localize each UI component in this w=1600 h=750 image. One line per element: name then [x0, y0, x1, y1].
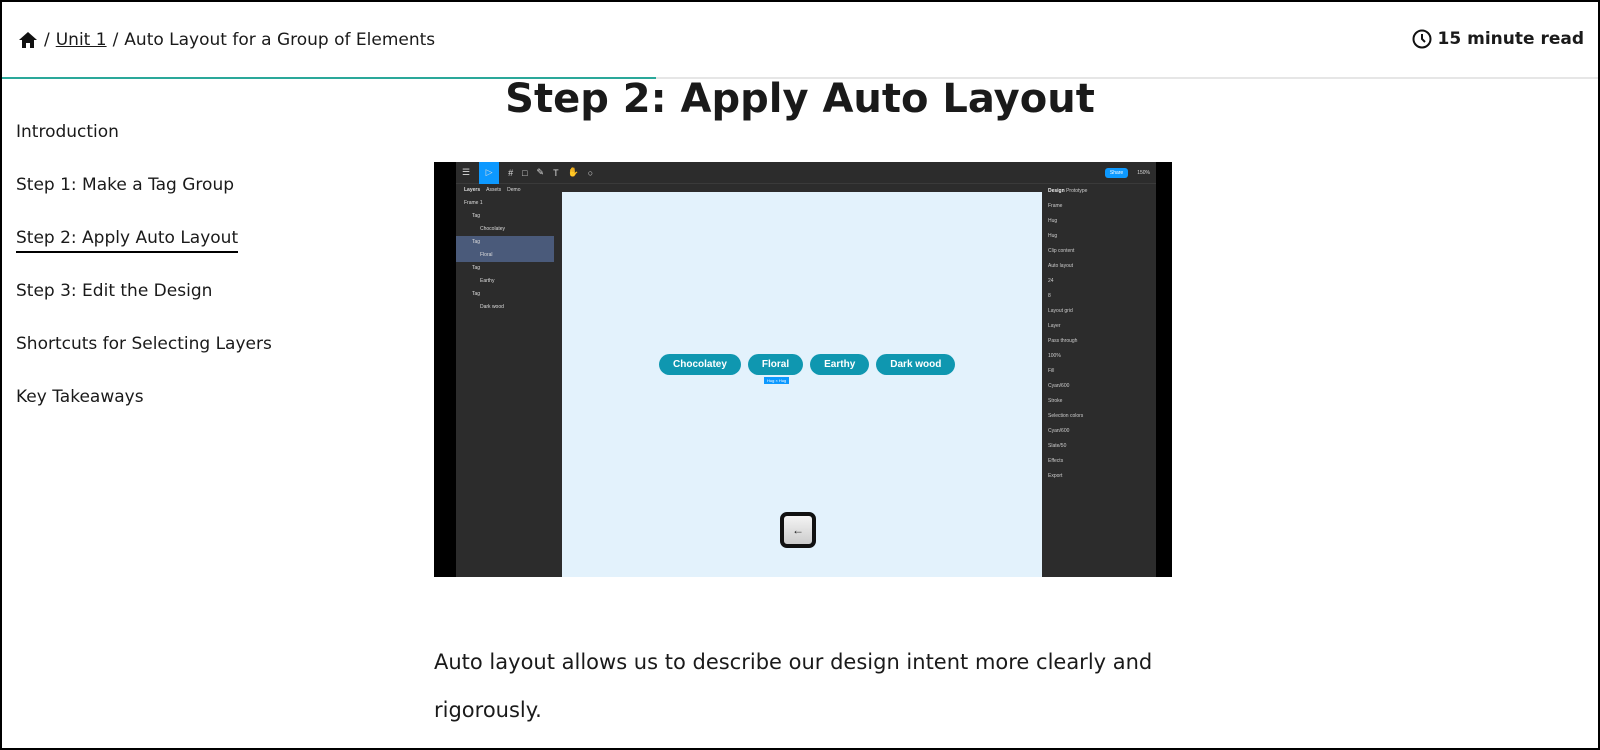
toc-item-key-takeaways[interactable]: Key Takeaways — [16, 385, 272, 438]
body-paragraph: Auto layout allows us to describe our de… — [434, 650, 1153, 722]
clock-icon — [1412, 29, 1432, 49]
property-row: 24 — [1048, 278, 1054, 284]
hand-tool-icon: ✋ — [567, 167, 579, 177]
property-row: Auto layout — [1048, 263, 1074, 269]
property-row: Selection colors — [1048, 413, 1084, 419]
property-row: Layer — [1048, 323, 1061, 329]
read-time-label: 15 minute read — [1437, 29, 1584, 49]
property-row: Effects — [1048, 458, 1064, 464]
page-title: Step 2: Apply Auto Layout — [505, 76, 1095, 122]
tag: Dark wood — [876, 354, 956, 375]
tag: Earthy — [810, 354, 870, 375]
property-row: 8 — [1048, 293, 1051, 299]
toc-item-introduction[interactable]: Introduction — [16, 120, 272, 173]
arrow-left-key-icon: ← — [780, 512, 816, 548]
property-row: Export — [1048, 473, 1063, 479]
tag: Floral — [747, 354, 804, 375]
property-row: Clip content — [1048, 248, 1075, 254]
tag-group: Chocolatey Floral Earthy Dark wood — [659, 354, 956, 375]
layers-panel: Layers Assets Demo Frame 1 Tag Chocolatey … — [456, 184, 554, 577]
breadcrumb-current: Auto Layout for a Group of Elements — [124, 29, 436, 50]
toc-item-step-1[interactable]: Step 1: Make a Tag Group — [16, 173, 272, 226]
frame-tool-icon: # — [508, 167, 514, 178]
property-row: Slate/50 — [1048, 443, 1067, 449]
property-row: Pass through — [1048, 338, 1078, 344]
read-time: 15 minute read — [1412, 29, 1584, 49]
zoom-level: 150% — [1137, 169, 1150, 176]
tag: Chocolatey — [659, 354, 741, 375]
hug-label: Hug × Hug — [764, 377, 790, 384]
design-panel: Design Prototype Frame Hug Hug Clip content… — [1042, 184, 1156, 577]
toc-item-step-3[interactable]: Step 3: Edit the Design — [16, 279, 272, 332]
breadcrumb-separator: / — [112, 29, 119, 50]
property-row: Fill — [1048, 368, 1055, 374]
table-of-contents: Introduction Step 1: Make a Tag Group St… — [16, 120, 272, 438]
property-row: 100% — [1048, 353, 1061, 359]
top-bar: / Unit 1 / Auto Layout for a Group of El… — [2, 2, 1598, 79]
property-row: Hug — [1048, 218, 1058, 224]
home-icon[interactable] — [18, 31, 38, 49]
breadcrumb-unit-link[interactable]: Unit 1 — [56, 30, 107, 50]
breadcrumb-separator: / — [44, 29, 50, 50]
property-row: Cyan/600 — [1048, 383, 1070, 389]
figma-screenshot: ☰ ▷ # □ ✎ T ✋ ○ Share 150% Layers Assets D… — [456, 162, 1156, 577]
property-row: Hug — [1048, 233, 1058, 239]
text-tool-icon: T — [553, 167, 559, 178]
toc-item-shortcuts[interactable]: Shortcuts for Selecting Layers — [16, 332, 272, 385]
property-row: Frame — [1048, 203, 1063, 209]
share-button: Share — [1104, 167, 1129, 178]
toc-item-step-2[interactable]: Step 2: Apply Auto Layout — [16, 226, 272, 279]
breadcrumb: / Unit 1 / Auto Layout for a Group of El… — [18, 30, 435, 50]
figma-toolbar: ☰ ▷ # □ ✎ T ✋ ○ Share 150% — [456, 162, 1156, 184]
move-tool-icon: ▷ — [479, 162, 500, 184]
property-row: Cyan/600 — [1048, 428, 1070, 434]
property-row: Layout grid — [1048, 308, 1073, 314]
figma-canvas: Chocolatey Floral Earthy Dark wood Hug ×… — [562, 192, 1042, 577]
shape-tool-icon: □ — [522, 167, 528, 178]
pen-tool-icon: ✎ — [536, 167, 545, 177]
ruler — [562, 184, 1042, 192]
menu-icon: ☰ — [462, 167, 471, 177]
comment-tool-icon: ○ — [587, 167, 594, 178]
property-row: Stroke — [1048, 398, 1063, 404]
tutorial-video[interactable]: ☰ ▷ # □ ✎ T ✋ ○ Share 150% Layers Assets D… — [434, 162, 1172, 577]
